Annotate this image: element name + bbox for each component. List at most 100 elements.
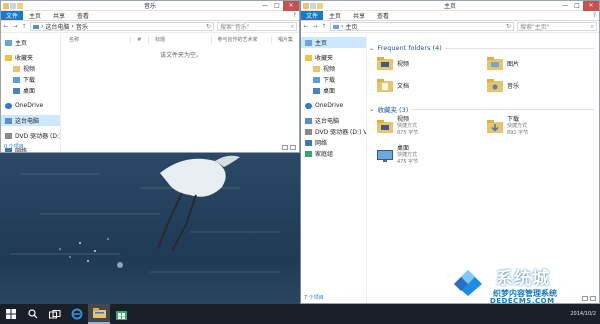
favorite-item-desktop[interactable]: 桌面 快捷方式 475 字节 <box>377 145 418 166</box>
nav-item-home[interactable]: 主页 <box>1 37 60 48</box>
refresh-icon[interactable]: ↻ <box>206 23 213 30</box>
tab-home[interactable]: 主页 <box>23 11 47 20</box>
store-icon[interactable] <box>110 304 132 324</box>
nav-item-dvd-drive[interactable]: DVD 驱动器 (D:) <box>1 130 60 141</box>
frequent-folders-header[interactable]: ⌄ Frequent folders (4) <box>369 44 594 52</box>
column-header-album[interactable]: 唱片集 <box>272 36 299 44</box>
clock-date: 2014/10/2 <box>570 310 596 317</box>
close-icon[interactable]: ✕ <box>283 1 299 11</box>
details-view-icon[interactable] <box>282 145 288 150</box>
frequent-folder-pictures[interactable]: 图片 <box>487 57 519 70</box>
nav-item-home[interactable]: 主页 <box>301 37 366 48</box>
nav-item-this-pc[interactable]: 这台电脑 <box>1 115 60 126</box>
task-view-icon[interactable] <box>44 304 66 324</box>
search-icon[interactable] <box>22 304 44 324</box>
dvd-drive-icon <box>5 132 12 139</box>
search-icon: ⌕ <box>590 22 594 30</box>
address-bar[interactable]: › 这台电脑 › 音乐 ↻ <box>30 22 214 31</box>
minimize-icon[interactable]: — <box>259 1 271 11</box>
nav-item-downloads[interactable]: 下载 <box>1 74 60 85</box>
nav-item-desktop[interactable]: 桌面 <box>301 85 366 96</box>
search-input[interactable]: 搜索"主页" ⌕ <box>517 22 597 31</box>
window-title: 主页 <box>443 3 456 10</box>
back-icon[interactable]: ← <box>303 23 309 30</box>
properties-icon[interactable] <box>310 2 316 9</box>
address-row: ← → ↑ › 主页 ↻ 搜索"主页" ⌕ <box>301 21 599 33</box>
frequent-folder-documents[interactable]: 文档 <box>377 79 409 92</box>
nav-item-onedrive[interactable]: OneDrive <box>301 100 366 111</box>
column-header-title[interactable]: 标题 <box>149 35 212 44</box>
close-icon[interactable]: ✕ <box>583 1 599 11</box>
nav-item-onedrive[interactable]: OneDrive <box>1 100 60 111</box>
help-icon[interactable]: ? <box>590 11 599 20</box>
column-header-number[interactable]: # <box>131 35 150 44</box>
favorite-item-videos[interactable]: 视频 快捷方式 875 字节 <box>377 116 418 137</box>
nav-item-downloads[interactable]: 下载 <box>301 74 366 85</box>
section-title: Frequent folders (4) <box>377 44 442 52</box>
nav-label: 下载 <box>23 77 36 84</box>
refresh-icon[interactable]: ↻ <box>506 23 513 30</box>
taskbar-clock[interactable]: 2014/10/2 <box>570 311 600 318</box>
watermark-logo <box>448 264 488 302</box>
column-header-name[interactable]: 名称 <box>63 35 132 44</box>
favorites-header[interactable]: ⌄ 收藏夹 (3) <box>369 104 594 114</box>
item-size: 475 字节 <box>397 159 419 165</box>
new-folder-icon[interactable] <box>17 2 23 9</box>
nav-label: 主页 <box>15 40 28 47</box>
nav-item-dvd-drive[interactable]: DVD 驱动器 (D:) VN <box>301 126 366 137</box>
folder-icon[interactable] <box>303 2 309 9</box>
new-folder-icon[interactable] <box>317 2 323 9</box>
tab-view[interactable]: 查看 <box>71 11 95 20</box>
nav-label: 桌面 <box>323 88 336 95</box>
address-row: ← → ↑ › 这台电脑 › 音乐 ↻ 搜索"音乐" ⌕ <box>1 21 299 33</box>
favorite-item-downloads[interactable]: 下载 快捷方式 892 字节 <box>487 116 528 137</box>
nav-item-favorites[interactable]: 收藏夹 <box>301 52 366 63</box>
nav-item-homegroup[interactable]: 家庭组 <box>301 148 366 159</box>
column-header-artist[interactable]: 参与创作的艺术家 <box>212 35 272 44</box>
ie-icon[interactable] <box>66 304 88 324</box>
frequent-folder-music[interactable]: 音乐 <box>487 79 519 92</box>
search-input[interactable]: 搜索"音乐" ⌕ <box>217 22 297 31</box>
nav-item-this-pc[interactable]: 这台电脑 <box>301 115 366 126</box>
maximize-icon[interactable]: □ <box>571 1 583 11</box>
nav-label: 主页 <box>315 40 328 47</box>
folder-icon[interactable] <box>3 2 9 9</box>
minimize-icon[interactable]: — <box>559 1 571 11</box>
large-icons-view-icon[interactable] <box>290 145 296 150</box>
address-crumb[interactable]: 音乐 <box>76 22 88 31</box>
quick-access-toolbar <box>301 2 323 9</box>
window-body: 主页 收藏夹 视频 下载 桌面 OneDrive 这台电脑 DVD 驱动器 (D… <box>1 34 299 152</box>
address-bar[interactable]: › 主页 ↻ <box>330 22 514 31</box>
tab-file[interactable]: 文件 <box>301 11 324 20</box>
nav-item-favorites[interactable]: 收藏夹 <box>1 52 60 63</box>
forward-icon[interactable]: → <box>312 23 318 30</box>
download-folder-icon <box>313 76 320 83</box>
computer-icon <box>33 24 39 29</box>
tab-file[interactable]: 文件 <box>1 11 24 20</box>
up-icon[interactable]: ↑ <box>21 23 27 30</box>
nav-item-videos[interactable]: 视频 <box>1 63 60 74</box>
tab-view[interactable]: 查看 <box>371 11 395 20</box>
file-explorer-icon[interactable] <box>88 304 110 324</box>
nav-item-network[interactable]: 网络 <box>301 137 366 148</box>
nav-item-desktop[interactable]: 桌面 <box>1 85 60 96</box>
start-icon[interactable] <box>0 304 22 324</box>
folder-label: 图片 <box>507 61 520 68</box>
up-icon[interactable]: ↑ <box>321 23 327 30</box>
window-controls: — □ ✕ <box>259 1 299 11</box>
frequent-folder-videos[interactable]: 视频 <box>377 57 409 70</box>
properties-icon[interactable] <box>10 2 16 9</box>
tab-home[interactable]: 主页 <box>323 11 347 20</box>
quick-access-toolbar <box>1 2 23 9</box>
address-crumb[interactable]: 主页 <box>345 22 357 31</box>
nav-item-videos[interactable]: 视频 <box>301 63 366 74</box>
address-separator: › <box>341 23 344 30</box>
forward-icon[interactable]: → <box>12 23 18 30</box>
tab-share[interactable]: 共享 <box>347 11 371 20</box>
maximize-icon[interactable]: □ <box>271 1 283 11</box>
help-icon[interactable]: ? <box>290 11 299 20</box>
address-crumb[interactable]: 这台电脑 <box>45 22 69 31</box>
back-icon[interactable]: ← <box>3 23 9 30</box>
taskbar: 2014/10/2 <box>0 304 600 324</box>
tab-share[interactable]: 共享 <box>47 11 71 20</box>
